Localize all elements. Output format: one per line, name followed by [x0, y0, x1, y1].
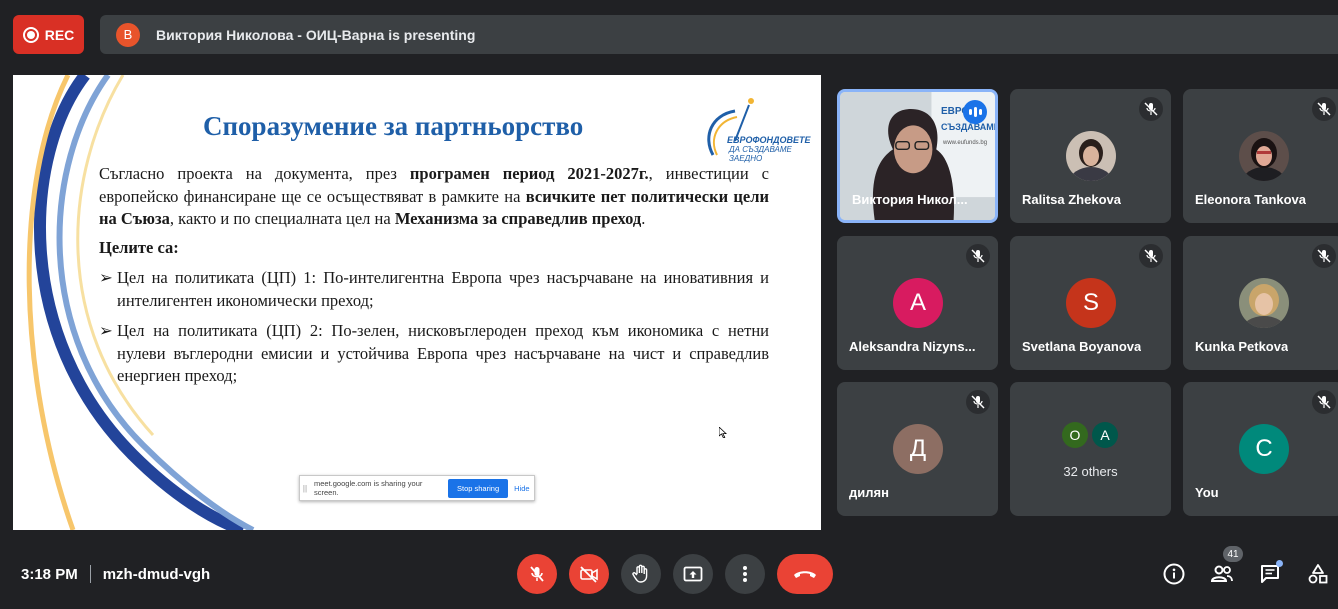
eurofunds-logo: ЕВРОФОНДОВЕТЕ ДА СЪЗДАВАМЕ ЗАЕДНО	[705, 97, 811, 163]
drag-handle-icon[interactable]: ||	[300, 484, 310, 493]
more-vert-icon	[743, 566, 747, 582]
speaking-indicator-icon	[963, 100, 987, 124]
hide-button[interactable]: Hide	[514, 484, 529, 493]
record-icon	[22, 26, 39, 43]
hang-up-icon	[794, 571, 816, 578]
goal-item: ➢ Цел на политиката (ЦП) 1: По-интелиген…	[99, 267, 769, 312]
avatar: О	[1062, 422, 1088, 448]
mic-off-icon	[1139, 97, 1163, 121]
recording-label: REC	[44, 26, 75, 43]
participant-name: Kunka Petkova	[1195, 339, 1289, 354]
avatar: Д	[893, 424, 943, 474]
presenter-avatar: B	[116, 22, 140, 47]
participant-tile[interactable]: Д дилян	[837, 382, 998, 516]
mouse-cursor-icon	[719, 427, 727, 438]
leave-call-button[interactable]	[777, 554, 833, 594]
mic-off-icon	[1312, 390, 1336, 414]
divider	[89, 565, 91, 583]
avatar: C	[1239, 424, 1289, 474]
avatar	[1239, 278, 1289, 328]
mic-off-icon	[966, 390, 990, 414]
hand-icon	[632, 564, 648, 583]
participant-name: Svetlana Boyanova	[1022, 339, 1142, 354]
camera-toggle-button[interactable]	[569, 554, 609, 594]
goal-item: ➢ Цел на политиката (ЦП) 2: По-зелен, ни…	[99, 320, 769, 388]
mic-off-icon	[1312, 244, 1336, 268]
chat-notification-dot	[1276, 560, 1283, 567]
others-count: 32 others	[1063, 464, 1118, 479]
participant-tile[interactable]: Eleonora Tankova	[1183, 89, 1338, 223]
participant-name: Виктория Никол...	[852, 192, 968, 207]
goals-heading: Целите са:	[99, 237, 179, 257]
microphone-toggle-button[interactable]	[517, 554, 557, 594]
mic-off-icon	[1139, 244, 1163, 268]
more-options-button[interactable]	[725, 554, 765, 594]
others-avatars: О А	[1062, 422, 1118, 448]
participant-name: Ralitsa Zhekova	[1022, 192, 1121, 207]
slide-title: Споразумение за партньорство	[203, 111, 584, 141]
backdrop-text: СЪЗДАВАМЕ	[941, 122, 998, 132]
avatar	[1239, 131, 1289, 181]
participant-tile[interactable]: S Svetlana Boyanova	[1010, 236, 1171, 370]
avatar: S	[1066, 278, 1116, 328]
participant-name: You	[1195, 485, 1219, 500]
arrow-bullet-icon: ➢	[99, 321, 113, 340]
intro-paragraph: Съгласно проекта на документа, през прог…	[99, 164, 769, 228]
present-icon	[683, 566, 703, 582]
recording-indicator[interactable]: REC	[13, 15, 84, 54]
logo-text: ЕВРОФОНДОВЕТЕ	[727, 135, 811, 145]
present-screen-button[interactable]	[673, 554, 713, 594]
others-tile[interactable]: О А 32 others	[1010, 382, 1171, 516]
activities-button[interactable]	[1305, 561, 1331, 587]
people-button[interactable]	[1209, 561, 1235, 587]
participant-tile-self[interactable]: C You	[1183, 382, 1338, 516]
avatar	[1066, 131, 1116, 181]
participant-tile-presenter[interactable]: ЕВРО СЪЗДАВАМЕ www.eufunds.bg Виктория Н…	[837, 89, 998, 223]
raise-hand-button[interactable]	[621, 554, 661, 594]
participant-tile[interactable]: A Aleksandra Nizyns...	[837, 236, 998, 370]
meeting-info: 3:18 PM mzh-dmud-vgh	[21, 563, 210, 585]
presenting-text: Виктория Николова - ОИЦ-Варна is present…	[156, 26, 476, 43]
mic-off-icon	[1312, 97, 1336, 121]
mic-off-icon	[966, 244, 990, 268]
mic-off-icon	[530, 566, 544, 582]
avatar: А	[1092, 422, 1118, 448]
camera-off-icon	[580, 566, 598, 583]
activities-icon	[1308, 564, 1328, 584]
meeting-code: mzh-dmud-vgh	[102, 565, 211, 583]
arrow-bullet-icon: ➢	[99, 268, 113, 287]
participant-name: Eleonora Tankova	[1195, 192, 1307, 207]
participant-tile[interactable]: Kunka Petkova	[1183, 236, 1338, 370]
backdrop-url: www.eufunds.bg	[943, 140, 988, 146]
screen-share-notice: || meet.google.com is sharing your scree…	[299, 475, 535, 501]
share-message: meet.google.com is sharing your screen.	[314, 479, 423, 497]
stop-sharing-button[interactable]: Stop sharing	[448, 478, 509, 498]
presenting-banner: B Виктория Николова - ОИЦ-Варна is prese…	[100, 15, 1338, 54]
participant-name: Aleksandra Nizyns...	[849, 339, 976, 354]
people-icon	[1210, 565, 1233, 582]
clock-time: 3:18 PM	[21, 565, 78, 583]
meeting-details-button[interactable]	[1161, 561, 1187, 587]
people-count-badge: 41	[1223, 546, 1243, 562]
participant-tile[interactable]: Ralitsa Zhekova	[1010, 89, 1171, 223]
logo-subtext: ДА СЪЗДАВАМЕ ЗАЕДНО	[729, 145, 792, 163]
participant-name: дилян	[849, 485, 889, 500]
info-icon	[1163, 563, 1185, 585]
shared-screen: Споразумение за партньорство ЕВРОФОНДОВЕ…	[13, 75, 821, 530]
avatar: A	[893, 278, 943, 328]
slide-body: Съгласно проекта на документа, през прог…	[99, 163, 769, 388]
